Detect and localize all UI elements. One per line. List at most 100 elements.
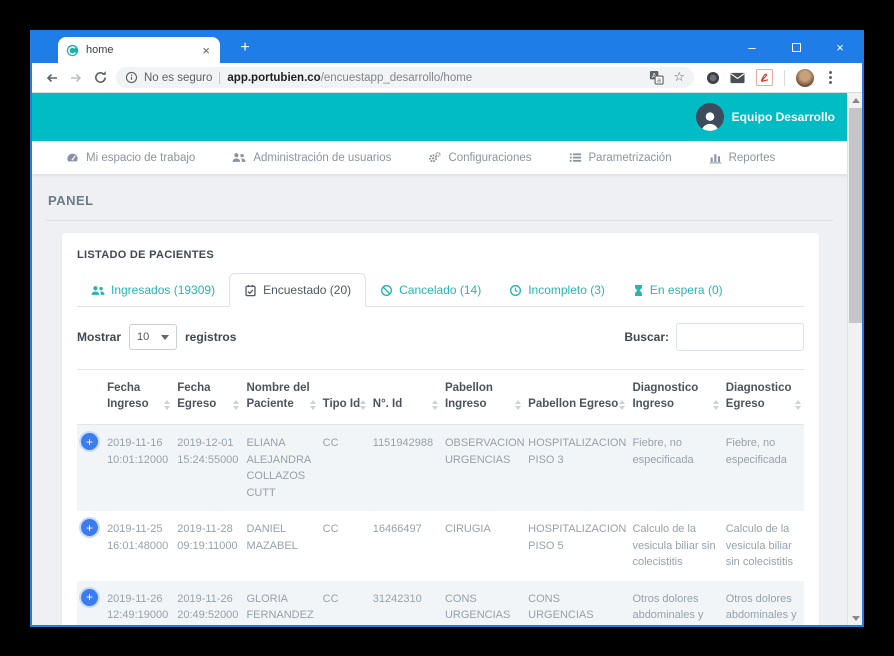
table-cell: Otros dolores abdominales y: [632, 592, 704, 622]
page-size-value: 10: [137, 331, 150, 343]
column-label: Fecha Ingreso: [107, 382, 149, 411]
address-bar[interactable]: No es seguro app.portubien.co/encuestapp…: [116, 67, 694, 88]
window-maximize-button[interactable]: [774, 32, 818, 63]
patient-tab-2[interactable]: Cancelado (14): [366, 273, 495, 307]
table-cell: CC: [322, 523, 339, 536]
table-cell: 2019-11-16 10:01:12000: [107, 437, 169, 466]
sort-icon[interactable]: [515, 400, 522, 411]
patient-tab-0[interactable]: Ingresados (19309): [77, 273, 229, 307]
table-cell: CC: [322, 592, 339, 605]
users-icon: [91, 285, 105, 296]
panel-header: PANEL: [46, 192, 833, 221]
browser-toolbar: No es seguro app.portubien.co/encuestapp…: [32, 63, 862, 93]
tab-label: Encuestado (20): [263, 283, 352, 297]
patient-tab-1[interactable]: Encuestado (20): [229, 273, 367, 307]
tab-label: Cancelado (14): [399, 283, 482, 297]
clipboard-check-icon: [244, 284, 257, 297]
expand-row-button[interactable]: +: [81, 519, 98, 537]
column-label: Pabellon Egreso: [528, 398, 619, 411]
tab-label: Incompleto (3): [528, 283, 605, 297]
patient-tab-4[interactable]: En espera (0): [619, 273, 737, 307]
user-name: Equipo Desarrollo: [731, 110, 835, 124]
patient-tab-3[interactable]: Incompleto (3): [495, 273, 619, 307]
nav-item-label: Reportes: [728, 151, 776, 164]
table-cell: 1151942988: [372, 437, 434, 450]
table-cell: Fiebre, no especificada: [632, 437, 694, 466]
browser-tab[interactable]: home ×: [58, 37, 220, 63]
nav-item-4[interactable]: Reportes: [709, 151, 776, 164]
column-header[interactable]: Pabellon Egreso: [524, 368, 629, 426]
svg-text:a: a: [658, 78, 662, 85]
table-cell: CONS URGENCIAS: [444, 592, 511, 622]
column-header[interactable]: Pabellon Ingreso: [440, 368, 525, 426]
table-cell: 2019-11-25 16:01:48000: [107, 523, 169, 552]
table-cell: 2019-11-26 20:49:52000: [177, 592, 239, 622]
nav-item-3[interactable]: Parametrización: [569, 151, 672, 164]
expand-row-button[interactable]: +: [81, 433, 98, 451]
ban-icon: [380, 284, 393, 297]
page-size-select[interactable]: 10: [129, 324, 178, 350]
sort-icon[interactable]: [431, 400, 438, 411]
expand-row-button[interactable]: +: [81, 588, 98, 606]
sort-icon[interactable]: [233, 400, 240, 411]
app-nav: Mi espacio de trabajo Administración de u…: [32, 141, 847, 174]
nav-item-0[interactable]: Mi espacio de trabajo: [66, 151, 195, 164]
scrollbar-down-icon[interactable]: [848, 611, 862, 625]
column-label: Tipo Id: [322, 398, 361, 411]
table-cell: 2019-12-01 15:24:55000: [177, 437, 239, 466]
scrollbar-up-icon[interactable]: [848, 93, 862, 107]
omnibox-divider: [219, 71, 221, 84]
page-scrollbar[interactable]: [847, 93, 862, 625]
sort-icon[interactable]: [309, 400, 316, 411]
column-header[interactable]: Nombre del Paciente: [242, 368, 319, 426]
user-avatar[interactable]: [695, 103, 724, 131]
table-row-0: +2019-11-16 10:01:12000 2019-12-01 15:24:…: [77, 424, 804, 512]
table-cell: Otros dolores abdominales y: [725, 592, 797, 622]
window-close-button[interactable]: ×: [818, 32, 862, 63]
nav-item-label: Configuraciones: [448, 151, 532, 164]
page-title: PANEL: [48, 193, 94, 208]
card-title: LISTADO DE PACIENTES: [77, 249, 214, 261]
nav-item-2[interactable]: Configuraciones: [428, 151, 532, 164]
sort-icon[interactable]: [164, 400, 171, 411]
table-row-2: +2019-11-26 12:49:19000 2019-11-26 20:49:…: [77, 580, 804, 625]
back-button-icon[interactable]: [40, 70, 64, 86]
nav-item-1[interactable]: Administración de usuarios: [232, 152, 391, 164]
column-header[interactable]: Fecha Ingreso: [103, 368, 174, 426]
new-tab-button[interactable]: +: [232, 37, 258, 59]
column-header[interactable]: N°. Id: [368, 368, 441, 426]
scrollbar-thumb[interactable]: [849, 108, 862, 323]
sort-icon[interactable]: [619, 400, 626, 411]
toolbar-divider: [784, 69, 785, 86]
info-icon[interactable]: [125, 71, 138, 84]
column-label: Pabellon Ingreso: [444, 382, 493, 411]
url-text: app.portubien.co/encuestapp_desarrollo/h…: [227, 72, 472, 84]
extension-circle-icon[interactable]: [707, 71, 719, 84]
translate-icon[interactable]: Aa: [649, 70, 664, 85]
browser-menu-icon[interactable]: [825, 71, 836, 84]
pdf-extension-icon[interactable]: [756, 69, 773, 86]
table-cell: Calculo de la vesicula biliar sin coleci…: [725, 523, 793, 569]
search-input[interactable]: [676, 323, 804, 351]
column-header[interactable]: Diagnostico Ingreso: [628, 368, 722, 426]
sort-icon[interactable]: [359, 400, 366, 411]
bookmark-star-icon[interactable]: ☆: [673, 70, 685, 85]
tab-close-icon[interactable]: ×: [200, 44, 212, 57]
reload-button-icon[interactable]: [88, 70, 112, 85]
hourglass-icon: [633, 284, 644, 297]
page-size-suffix: registros: [185, 330, 237, 344]
mail-extension-icon[interactable]: [730, 72, 745, 84]
table-cell: 31242310: [372, 592, 422, 605]
window-minimize-button[interactable]: –: [730, 32, 774, 63]
sort-icon[interactable]: [795, 400, 801, 411]
table-cell: OBSERVACION URGENCIAS: [444, 437, 525, 466]
column-header[interactable]: Diagnostico Egreso: [721, 368, 804, 426]
column-header[interactable]: Fecha Egreso: [173, 368, 243, 426]
table-cell: 2019-11-26 12:49:19000: [107, 592, 169, 622]
table-cell: 16466497: [372, 523, 422, 536]
sort-icon[interactable]: [712, 400, 719, 411]
search-label: Buscar:: [624, 330, 669, 344]
forward-button-icon[interactable]: [64, 70, 88, 86]
profile-avatar[interactable]: [796, 68, 814, 87]
column-header[interactable]: Tipo Id: [318, 368, 369, 426]
